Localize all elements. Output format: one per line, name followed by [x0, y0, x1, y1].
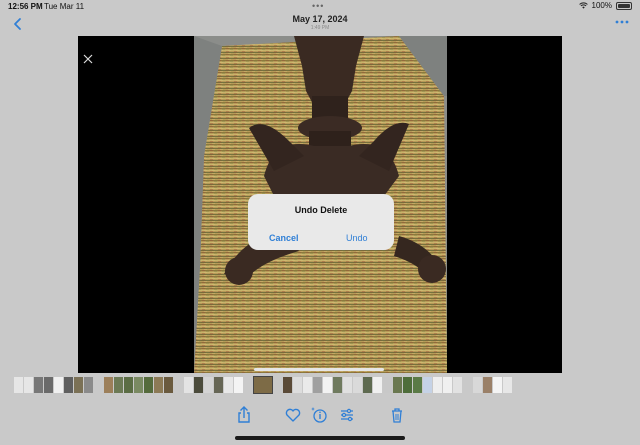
- filmstrip-thumbnail[interactable]: [253, 376, 273, 394]
- close-button[interactable]: [82, 52, 94, 64]
- more-button[interactable]: [614, 17, 630, 31]
- filmstrip-thumbnail[interactable]: [114, 377, 123, 393]
- filmstrip-thumbnail[interactable]: [413, 377, 422, 393]
- filmstrip-thumbnail[interactable]: [164, 377, 173, 393]
- filmstrip-thumbnail[interactable]: [64, 377, 73, 393]
- share-icon: [238, 406, 250, 423]
- filmstrip-thumbnail[interactable]: [323, 377, 332, 393]
- filmstrip-thumbnail[interactable]: [104, 377, 113, 393]
- filmstrip-thumbnail[interactable]: [234, 377, 243, 393]
- filmstrip-thumbnail[interactable]: [333, 377, 342, 393]
- page-title: May 17, 2024: [292, 14, 348, 24]
- sliders-icon: [341, 408, 353, 422]
- undo-button[interactable]: Undo: [346, 233, 368, 243]
- filmstrip-thumbnail[interactable]: [54, 377, 63, 393]
- bottom-toolbar: [0, 404, 640, 426]
- filmstrip-thumbnail[interactable]: [393, 377, 402, 393]
- battery-icon: [616, 1, 632, 10]
- filmstrip-thumbnail[interactable]: [433, 377, 442, 393]
- filmstrip-thumbnail[interactable]: [144, 377, 153, 393]
- wifi-icon: [578, 2, 588, 9]
- filmstrip-thumbnail[interactable]: [443, 377, 452, 393]
- info-sparkle-icon: [311, 407, 327, 423]
- filmstrip-thumbnail[interactable]: [293, 377, 302, 393]
- filmstrip-thumbnail[interactable]: [84, 377, 93, 393]
- video-scrubber[interactable]: [254, 368, 384, 371]
- info-button[interactable]: [308, 404, 330, 426]
- filmstrip-thumbnail[interactable]: [383, 377, 392, 393]
- filmstrip-thumbnail[interactable]: [204, 377, 213, 393]
- filmstrip-thumbnail[interactable]: [313, 377, 322, 393]
- filmstrip-thumbnail[interactable]: [363, 377, 372, 393]
- filmstrip-thumbnail[interactable]: [124, 377, 133, 393]
- filmstrip-thumbnail[interactable]: [244, 377, 253, 393]
- filmstrip-thumbnail[interactable]: [224, 377, 233, 393]
- filmstrip-thumbnail[interactable]: [343, 377, 352, 393]
- filmstrip-thumbnail[interactable]: [493, 377, 502, 393]
- filmstrip-thumbnail[interactable]: [403, 377, 412, 393]
- page-subtitle: 1:49 PM: [310, 25, 330, 31]
- home-indicator[interactable]: [235, 436, 405, 440]
- filmstrip-thumbnail[interactable]: [184, 377, 193, 393]
- status-bar: 12:56 PM Tue Mar 11 ••• 100%: [0, 0, 640, 14]
- filmstrip-thumbnail[interactable]: [34, 377, 43, 393]
- filmstrip-thumbnail[interactable]: [373, 377, 382, 393]
- cancel-button[interactable]: Cancel: [269, 233, 299, 243]
- filmstrip-thumbnail[interactable]: [194, 377, 203, 393]
- filmstrip-thumbnail[interactable]: [154, 377, 163, 393]
- filmstrip-thumbnail[interactable]: [273, 377, 282, 393]
- ellipsis-icon: [615, 20, 629, 24]
- filmstrip-thumbnail[interactable]: [423, 377, 432, 393]
- status-time: 12:56 PM: [8, 2, 43, 11]
- filmstrip-thumbnail[interactable]: [463, 377, 472, 393]
- filmstrip-thumbnail[interactable]: [14, 377, 23, 393]
- filmstrip-thumbnail[interactable]: [353, 377, 362, 393]
- adjust-button[interactable]: [336, 404, 358, 426]
- filmstrip-thumbnail[interactable]: [503, 377, 512, 393]
- filmstrip-thumbnail[interactable]: [74, 377, 83, 393]
- multitasking-dots[interactable]: •••: [312, 1, 324, 11]
- filmstrip-thumbnail[interactable]: [174, 377, 183, 393]
- header: May 17, 2024 1:49 PM: [0, 14, 640, 31]
- heart-icon: [285, 408, 301, 422]
- status-right: 100%: [578, 1, 632, 10]
- filmstrip-thumbnail[interactable]: [24, 377, 33, 393]
- filmstrip-thumbnail[interactable]: [303, 377, 312, 393]
- close-icon: [83, 54, 93, 64]
- trash-icon: [392, 408, 402, 423]
- filmstrip-thumbnail[interactable]: [94, 377, 103, 393]
- battery-percent: 100%: [591, 1, 612, 10]
- undo-delete-dialog: Undo Delete Cancel Undo: [248, 194, 394, 250]
- status-date: Tue Mar 11: [44, 2, 85, 11]
- filmstrip-thumbnail[interactable]: [134, 377, 143, 393]
- filmstrip-thumbnail[interactable]: [453, 377, 462, 393]
- dialog-title: Undo Delete: [294, 205, 348, 215]
- filmstrip-thumbnail[interactable]: [44, 377, 53, 393]
- delete-button[interactable]: [386, 404, 408, 426]
- filmstrip-thumbnail[interactable]: [473, 377, 482, 393]
- filmstrip-thumbnail[interactable]: [283, 377, 292, 393]
- share-button[interactable]: [233, 404, 255, 426]
- filmstrip[interactable]: [14, 376, 626, 394]
- favorite-button[interactable]: [282, 404, 304, 426]
- filmstrip-thumbnail[interactable]: [214, 377, 223, 393]
- filmstrip-thumbnail[interactable]: [483, 377, 492, 393]
